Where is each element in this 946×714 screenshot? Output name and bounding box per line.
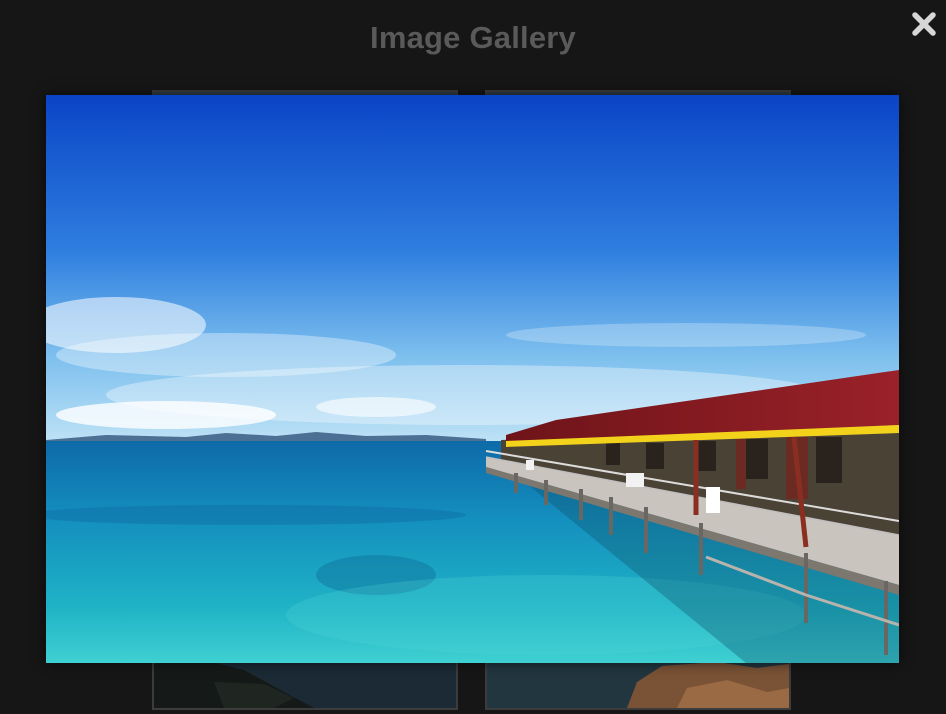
gallery-title: Image Gallery: [370, 20, 576, 55]
close-button[interactable]: [910, 10, 938, 38]
lightbox-photo: [46, 95, 899, 663]
close-icon: [912, 12, 936, 36]
lightbox-image[interactable]: [46, 95, 899, 663]
